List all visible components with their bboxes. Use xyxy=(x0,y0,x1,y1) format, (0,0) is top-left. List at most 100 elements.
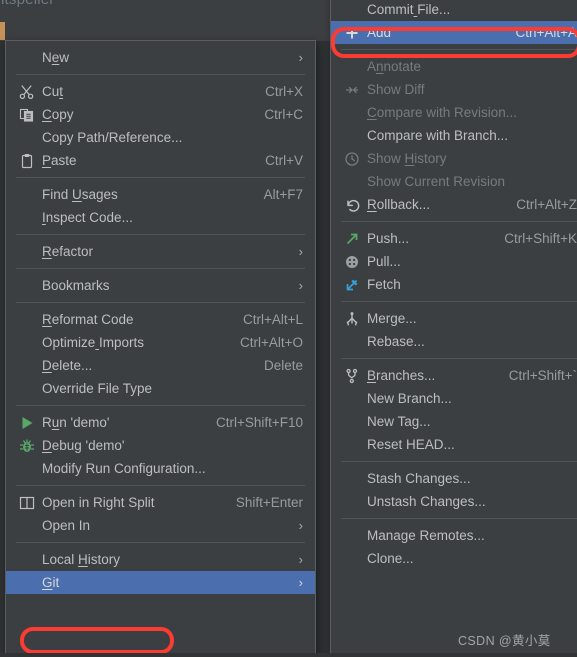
menu-item-label: New xyxy=(42,49,70,65)
scissors-icon xyxy=(14,84,40,100)
menu-item-git[interactable]: Git › xyxy=(6,571,315,594)
menu-item-compare-with-branch[interactable]: Compare with Branch... xyxy=(331,124,577,147)
editor-cutoff-text: ntspeller xyxy=(0,0,55,8)
push-icon xyxy=(339,231,365,247)
debug-icon xyxy=(14,438,40,454)
menu-item-label: Push... xyxy=(367,230,410,246)
menu-item-delete[interactable]: Delete... Delete xyxy=(6,354,315,377)
menu-item-icon-slot xyxy=(14,461,40,477)
menu-separator xyxy=(16,542,305,543)
menu-item-reformat-code[interactable]: Reformat Code Ctrl+Alt+L xyxy=(6,308,315,331)
menu-item-label: Show Diff xyxy=(367,81,425,97)
menu-item-label: Add xyxy=(367,24,392,40)
clock-icon xyxy=(339,151,365,167)
menu-item-label: Merge... xyxy=(367,310,417,326)
menu-item-merge[interactable]: Merge... xyxy=(331,307,577,330)
menu-separator xyxy=(16,485,305,486)
menu-item-new-tag[interactable]: New Tag... xyxy=(331,410,577,433)
menu-item-shortcut: Ctrl+Alt+Z xyxy=(516,197,577,212)
menu-item-shortcut: Ctrl+Shift+K xyxy=(504,231,577,246)
menu-item-icon-slot xyxy=(14,312,40,328)
menu-item-reset-head[interactable]: Reset HEAD... xyxy=(331,433,577,456)
menu-item-open-in[interactable]: Open In › xyxy=(6,514,315,537)
menu-item-label: Git xyxy=(42,574,60,590)
menu-item-stash-changes[interactable]: Stash Changes... xyxy=(331,467,577,490)
chevron-right-icon: › xyxy=(298,278,303,293)
menu-item-manage-remotes[interactable]: Manage Remotes... xyxy=(331,524,577,547)
menu-item-icon-slot xyxy=(339,59,365,75)
window-bottom-edge xyxy=(0,653,577,657)
menu-item-label: Stash Changes... xyxy=(367,470,471,486)
menu-separator xyxy=(341,301,577,302)
menu-item-optimize-imports[interactable]: Optimize Imports Ctrl+Alt+O xyxy=(6,331,315,354)
menu-item-unstash-changes[interactable]: Unstash Changes... xyxy=(331,490,577,513)
menu-item-branches[interactable]: Branches... Ctrl+Shift+` xyxy=(331,364,577,387)
menu-item-shortcut: Ctrl+Alt+A xyxy=(515,25,577,40)
menu-item-label: Manage Remotes... xyxy=(367,527,485,543)
menu-item-modify-run-configuration[interactable]: Modify Run Configuration... xyxy=(6,457,315,480)
menu-item-find-usages[interactable]: Find Usages Alt+F7 xyxy=(6,183,315,206)
menu-item-paste[interactable]: Paste Ctrl+V xyxy=(6,149,315,172)
chevron-right-icon: › xyxy=(298,50,303,65)
menu-item-compare-with-revision: Compare with Revision... xyxy=(331,101,577,124)
menu-item-label: Refactor xyxy=(42,243,94,259)
menu-item-label: Rollback... xyxy=(367,196,431,212)
file-context-menu[interactable]: New › Cut Ctrl+X Copy Ctrl+C Copy Path/Referen… xyxy=(5,40,316,657)
menu-separator xyxy=(16,234,305,235)
menu-item-new-branch[interactable]: New Branch... xyxy=(331,387,577,410)
menu-item-local-history[interactable]: Local History › xyxy=(6,548,315,571)
menu-item-label: Inspect Code... xyxy=(42,209,133,225)
menu-item-label: Bookmarks xyxy=(42,277,110,293)
menu-item-run-demo[interactable]: Run 'demo' Ctrl+Shift+F10 xyxy=(6,411,315,434)
menu-item-copy[interactable]: Copy Ctrl+C xyxy=(6,103,315,126)
menu-item-rollback[interactable]: Rollback... Ctrl+Alt+Z xyxy=(331,193,577,216)
menu-item-icon-slot xyxy=(339,437,365,453)
menu-item-icon-slot xyxy=(339,494,365,510)
git-submenu[interactable]: Commit File... Add Ctrl+Alt+A Annotate Show … xyxy=(330,0,577,657)
menu-item-annotate: Annotate xyxy=(331,55,577,78)
menu-item-shortcut: Ctrl+Alt+O xyxy=(239,335,303,350)
menu-item-label: Debug 'demo' xyxy=(42,437,125,453)
menu-item-shortcut: Delete xyxy=(263,358,303,373)
menu-item-label: Paste xyxy=(42,152,77,168)
menu-item-icon-slot xyxy=(14,187,40,203)
menu-item-icon-slot xyxy=(14,552,40,568)
menu-item-label: Branches... xyxy=(367,367,436,383)
menu-item-label: Delete... xyxy=(42,357,93,373)
menu-item-icon-slot xyxy=(14,130,40,146)
watermark: CSDN @黄小莫 xyxy=(458,634,551,648)
menu-item-label: Modify Run Configuration... xyxy=(42,460,206,476)
chevron-right-icon: › xyxy=(298,575,303,590)
copy-icon xyxy=(14,107,40,123)
split-icon xyxy=(14,495,40,511)
menu-item-icon-slot xyxy=(14,358,40,374)
menu-item-rebase[interactable]: Rebase... xyxy=(331,330,577,353)
menu-item-fetch[interactable]: Fetch xyxy=(331,273,577,296)
menu-item-debug-demo[interactable]: Debug 'demo' xyxy=(6,434,315,457)
menu-item-push[interactable]: Push... Ctrl+Shift+K xyxy=(331,227,577,250)
menu-item-open-in-right-split[interactable]: Open in Right Split Shift+Enter xyxy=(6,491,315,514)
menu-item-refactor[interactable]: Refactor › xyxy=(6,240,315,263)
menu-item-icon-slot xyxy=(14,244,40,260)
menu-item-label: Open In xyxy=(42,517,91,533)
menu-item-copy-path-reference[interactable]: Copy Path/Reference... xyxy=(6,126,315,149)
menu-item-shortcut: Shift+Enter xyxy=(235,495,303,510)
menu-item-cut[interactable]: Cut Ctrl+X xyxy=(6,80,315,103)
menu-item-inspect-code[interactable]: Inspect Code... xyxy=(6,206,315,229)
menu-item-shortcut: Ctrl+Shift+` xyxy=(508,368,577,383)
menu-separator xyxy=(341,461,577,462)
menu-item-commit-file[interactable]: Commit File... xyxy=(331,0,577,21)
diff-icon xyxy=(339,82,365,98)
menu-item-new[interactable]: New › xyxy=(6,46,315,69)
menu-item-pull[interactable]: Pull... xyxy=(331,250,577,273)
menu-item-add[interactable]: Add Ctrl+Alt+A xyxy=(331,21,577,44)
menu-item-override-file-type[interactable]: Override File Type xyxy=(6,377,315,400)
menu-item-bookmarks[interactable]: Bookmarks › xyxy=(6,274,315,297)
menu-item-label: Show History xyxy=(367,150,447,166)
menu-item-icon-slot xyxy=(14,381,40,397)
menu-item-shortcut: Ctrl+C xyxy=(264,107,303,122)
menu-item-icon-slot xyxy=(339,2,365,18)
menu-item-clone[interactable]: Clone... xyxy=(331,547,577,570)
chevron-right-icon: › xyxy=(298,518,303,533)
menu-item-label: Override File Type xyxy=(42,380,153,396)
